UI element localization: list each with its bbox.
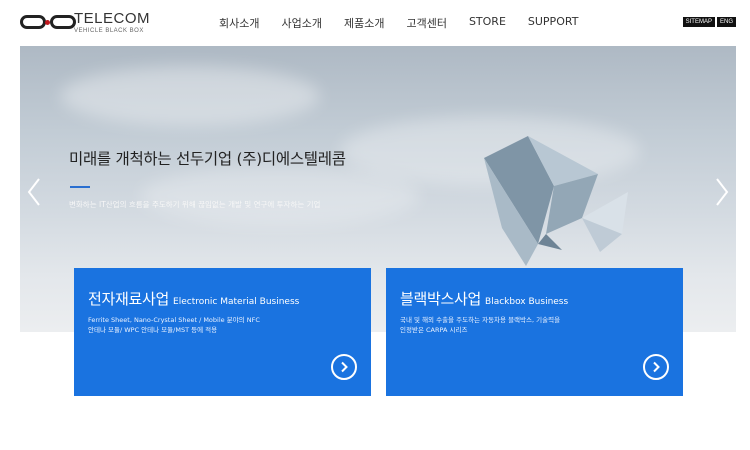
chevron-right-icon bbox=[716, 178, 729, 206]
card-title-korean: 블랙박스사업 bbox=[400, 290, 482, 308]
nav-item-store[interactable]: STORE bbox=[469, 15, 506, 31]
sitemap-button[interactable]: SITEMAP bbox=[682, 17, 715, 27]
card-title: 전자재료사업 Electronic Material Business bbox=[88, 288, 299, 309]
card-description: 국내 및 해외 수출을 주도하는 자동차용 블랙박스, 기술력을 인정받은 CA… bbox=[400, 315, 560, 335]
nav-item-customer[interactable]: 고객센터 bbox=[406, 15, 446, 31]
card-more-button[interactable] bbox=[331, 354, 357, 380]
card-desc-line: Ferrite Sheet, Nano-Crystal Sheet / Mobi… bbox=[88, 316, 260, 324]
logo-text: TELECOM VEHICLE BLACK BOX bbox=[74, 11, 150, 34]
chevron-right-circle-icon bbox=[653, 361, 660, 373]
card-desc-line: 안테나 모듈/ WPC 안테나 모듈/MST 등에 적용 bbox=[88, 326, 218, 334]
logo[interactable]: TELECOM VEHICLE BLACK BOX bbox=[20, 9, 150, 35]
card-blackbox[interactable]: 블랙박스사업 Blackbox Business 국내 및 해외 수출을 주도하… bbox=[386, 268, 683, 396]
logo-subtitle: VEHICLE BLACK BOX bbox=[73, 27, 144, 34]
language-button[interactable]: ENG bbox=[716, 17, 736, 27]
card-description: Ferrite Sheet, Nano-Crystal Sheet / Mobi… bbox=[88, 315, 260, 335]
nav-item-products[interactable]: 제품소개 bbox=[344, 15, 384, 31]
logo-mark-icon bbox=[20, 11, 76, 33]
card-title-english: Blackbox Business bbox=[485, 297, 569, 307]
chevron-left-icon bbox=[27, 178, 40, 206]
card-desc-line: 국내 및 해외 수출을 주도하는 자동차용 블랙박스, 기술력을 bbox=[400, 316, 561, 324]
card-title-korean: 전자재료사업 bbox=[88, 290, 170, 308]
card-more-button[interactable] bbox=[643, 354, 669, 380]
card-electronic-material[interactable]: 전자재료사업 Electronic Material Business Ferr… bbox=[74, 268, 371, 396]
nav-item-company[interactable]: 회사소개 bbox=[219, 15, 259, 31]
site-header: TELECOM VEHICLE BLACK BOX 회사소개 사업소개 제품소개… bbox=[0, 0, 750, 46]
card-desc-line: 인정받은 CARPA 시리즈 bbox=[400, 326, 468, 334]
utility-links: SITEMAP ENG bbox=[681, 17, 736, 27]
main-nav: 회사소개 사업소개 제품소개 고객센터 STORE SUPPORT bbox=[219, 15, 578, 31]
hero-title: 미래를 개척하는 선두기업 (주)디에스텔레콤 bbox=[69, 150, 346, 168]
logo-title: TELECOM bbox=[73, 9, 150, 27]
chevron-right-circle-icon bbox=[341, 361, 348, 373]
card-title-english: Electronic Material Business bbox=[173, 297, 300, 307]
hero-divider bbox=[70, 186, 90, 188]
next-slide-button[interactable] bbox=[714, 177, 730, 207]
nav-item-business[interactable]: 사업소개 bbox=[281, 15, 321, 31]
prev-slide-button[interactable] bbox=[26, 177, 42, 207]
paper-plane-image bbox=[484, 136, 628, 266]
card-title: 블랙박스사업 Blackbox Business bbox=[400, 288, 568, 309]
hero-subtitle: 변화하는 IT산업의 흐름을 주도하기 위해 끊임없는 개발 및 연구에 투자하… bbox=[69, 200, 321, 209]
nav-item-support[interactable]: SUPPORT bbox=[528, 15, 579, 31]
